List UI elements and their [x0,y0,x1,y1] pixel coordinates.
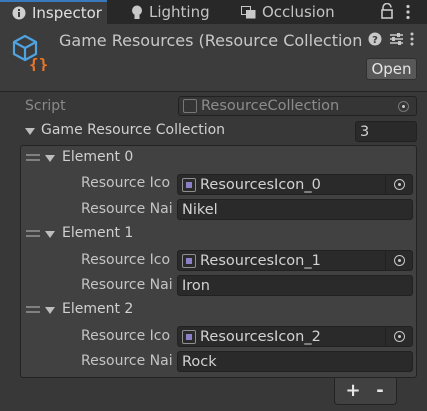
resource-name-field[interactable]: Iron [177,275,413,296]
resource-name-field[interactable]: Rock [177,351,413,372]
collection-size-field[interactable]: 3 [355,121,417,142]
element-title[interactable]: Element 1 [62,225,133,241]
resource-icon-label: Resource Ico [81,175,171,191]
sprite-icon [182,253,196,268]
drag-handle-icon[interactable] [26,306,40,313]
resource-icon-label: Resource Ico [81,328,171,344]
object-picker-icon[interactable] [385,175,412,194]
resource-icon-label: Resource Ico [81,252,171,268]
resource-icon-field[interactable]: ResourcesIcon_0 [177,174,413,195]
tab-inspector[interactable]: Inspector [0,0,107,24]
script-file-icon [183,99,197,113]
element-foldout-arrow[interactable] [45,307,55,314]
resource-icon-value: ResourcesIcon_0 [200,176,321,193]
script-field: ResourceCollection [178,96,417,116]
element-title[interactable]: Element 2 [62,301,133,317]
object-picker-icon[interactable] [385,251,412,270]
add-element-button[interactable]: + [339,378,367,403]
open-button[interactable]: Open [366,58,417,80]
resource-name-label: Resource Nai [81,277,173,293]
drag-handle-icon[interactable] [26,154,40,161]
collection-foldout-arrow[interactable] [25,128,35,135]
lightbulb-icon [131,5,143,20]
sprite-icon [182,177,196,192]
presets-icon[interactable] [389,32,404,50]
tab-lighting-label: Lighting [149,3,210,21]
resource-icon-field[interactable]: ResourcesIcon_1 [177,250,413,271]
element-foldout-arrow[interactable] [45,155,55,162]
tab-occlusion-label: Occlusion [262,3,335,21]
occlusion-icon [241,5,256,19]
info-icon [12,6,26,20]
tab-inspector-label: Inspector [32,4,102,22]
resource-name-label: Resource Nai [81,201,173,217]
kebab-menu-icon[interactable] [406,4,410,24]
resource-name-field[interactable]: Nikel [177,199,413,220]
object-title: Game Resources (Resource Collection [59,31,363,50]
drag-handle-icon[interactable] [26,230,40,237]
script-picker-icon [390,97,416,116]
element-title[interactable]: Element 0 [62,149,133,165]
object-picker-icon[interactable] [385,327,412,346]
element-foldout-arrow[interactable] [45,231,55,238]
context-menu-icon[interactable] [410,32,414,50]
svg-text:?: ? [372,35,378,46]
help-icon[interactable]: ? [368,32,382,50]
script-label: Script [25,98,66,114]
tab-occlusion[interactable]: Occlusion [241,0,346,24]
resource-icon-value: ResourcesIcon_2 [200,328,321,345]
resource-name-label: Resource Nai [81,353,173,369]
resource-icon-value: ResourcesIcon_1 [200,252,321,269]
scriptable-object-icon: {} [11,33,49,75]
sprite-icon [182,329,196,344]
remove-element-button[interactable]: - [366,378,394,403]
svg-text:{}: {} [29,55,48,71]
tab-lighting[interactable]: Lighting [131,0,231,24]
collection-label[interactable]: Game Resource Collection [41,122,225,138]
lock-icon[interactable] [380,2,394,23]
list-footer: + - [334,378,397,405]
script-field-value: ResourceCollection [201,98,340,114]
resource-icon-field[interactable]: ResourcesIcon_2 [177,326,413,347]
